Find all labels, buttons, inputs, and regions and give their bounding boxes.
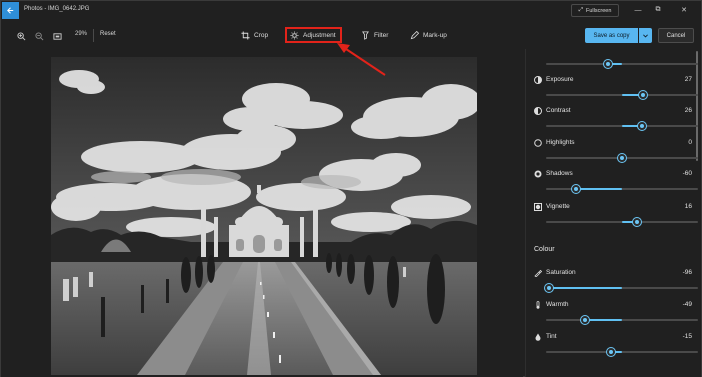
contrast-label: Contrast xyxy=(546,107,571,114)
crop-icon xyxy=(241,30,250,40)
slider-fill xyxy=(549,287,622,289)
reset-button[interactable]: Reset xyxy=(100,31,116,37)
tint-value: -15 xyxy=(682,333,692,340)
slider-thumb[interactable] xyxy=(618,154,626,162)
toolbar-divider xyxy=(93,29,94,42)
adjustment-tint: Tint -15 xyxy=(534,332,696,344)
fullscreen-button[interactable]: ⤢ Fullscreen xyxy=(571,4,619,17)
slider-fill xyxy=(576,188,622,190)
slider-thumb[interactable] xyxy=(637,122,646,130)
title-bar: Photos - IMG_0642.JPG ⤢ Fullscreen — ⧉ ✕ xyxy=(1,1,701,20)
brightness-slider[interactable] xyxy=(546,60,698,68)
fullscreen-label: Fullscreen xyxy=(586,7,612,14)
saturation-value: -96 xyxy=(682,269,692,276)
highlights-value: 0 xyxy=(688,139,692,146)
highlights-label: Highlights xyxy=(546,139,575,146)
edit-toolbar: 29% Reset Crop Adjustment Filter Mark-up… xyxy=(1,21,701,49)
tab-filter[interactable]: Filter xyxy=(358,27,391,43)
adjustment-panel: Exposure 27 Contrast 26 Highlights 0 Sha… xyxy=(525,49,701,377)
slider-track xyxy=(546,351,698,353)
adjustment-shadows: Shadows -60 xyxy=(534,169,696,181)
saturation-label: Saturation xyxy=(546,269,576,276)
slider-thumb[interactable] xyxy=(572,185,581,193)
exposure-slider[interactable] xyxy=(546,91,698,99)
exposure-icon xyxy=(534,76,542,84)
zoom-level: 29% xyxy=(75,31,88,37)
window-title: Photos - IMG_0642.JPG xyxy=(24,6,90,12)
taj-mahal-photo xyxy=(51,57,477,375)
adjustment-contrast: Contrast 26 xyxy=(534,106,696,118)
contrast-slider[interactable] xyxy=(546,122,698,130)
shadows-icon xyxy=(534,170,542,178)
exposure-label: Exposure xyxy=(546,76,574,83)
slider-track xyxy=(546,319,698,321)
shadows-label: Shadows xyxy=(546,170,573,177)
restore-button[interactable]: ⧉ xyxy=(651,4,665,16)
slider-thumb[interactable] xyxy=(604,60,613,68)
slider-track xyxy=(546,63,698,65)
cancel-button[interactable]: Cancel xyxy=(658,28,694,43)
image-canvas xyxy=(1,49,523,377)
tab-markup[interactable]: Mark-up xyxy=(407,27,450,43)
slider-track xyxy=(546,188,698,190)
adjustment-saturation: Saturation -96 xyxy=(534,268,696,280)
sun-icon xyxy=(290,30,299,40)
exposure-value: 27 xyxy=(684,76,692,83)
tint-label: Tint xyxy=(546,333,557,340)
vignette-label: Vignette xyxy=(546,203,570,210)
photos-app-window: Photos - IMG_0642.JPG ⤢ Fullscreen — ⧉ ✕… xyxy=(0,0,702,377)
highlights-slider[interactable] xyxy=(546,154,698,162)
zoom-in-icon[interactable] xyxy=(15,30,27,42)
zoom-out-icon[interactable] xyxy=(33,30,45,42)
tab-crop-label: Crop xyxy=(254,31,269,39)
slider-fill xyxy=(584,319,622,321)
minimize-button[interactable]: — xyxy=(631,4,645,16)
edited-photo[interactable] xyxy=(51,57,477,375)
fit-to-window-icon[interactable] xyxy=(51,30,63,42)
warmth-label: Warmth xyxy=(546,301,569,308)
highlights-icon xyxy=(534,139,542,147)
tab-adjustment[interactable]: Adjustment xyxy=(285,27,342,43)
back-arrow-icon xyxy=(7,7,14,14)
vignette-slider[interactable] xyxy=(546,218,698,226)
tab-adjustment-label: Adjustment xyxy=(303,31,336,39)
expand-icon: ⤢ xyxy=(578,7,584,13)
adjustment-vignette: Vignette 16 xyxy=(534,202,696,214)
warmth-icon xyxy=(536,301,540,309)
vignette-value: 16 xyxy=(684,203,692,210)
tab-filter-label: Filter xyxy=(374,31,389,39)
tab-crop[interactable]: Crop xyxy=(238,27,271,43)
shadows-slider[interactable] xyxy=(546,185,698,193)
tab-markup-label: Mark-up xyxy=(423,31,447,39)
tint-icon xyxy=(535,333,541,341)
warmth-slider[interactable] xyxy=(546,316,698,324)
chevron-down-icon xyxy=(643,34,648,38)
adjustment-exposure: Exposure 27 xyxy=(534,75,696,87)
slider-thumb[interactable] xyxy=(545,284,554,292)
slider-thumb[interactable] xyxy=(638,91,647,99)
close-button[interactable]: ✕ xyxy=(677,4,691,16)
saturation-slider[interactable] xyxy=(545,284,698,292)
adjustment-highlights: Highlights 0 xyxy=(534,138,696,150)
save-as-copy-button[interactable]: Save as copy xyxy=(585,28,638,43)
back-button[interactable] xyxy=(2,2,19,19)
adjustment-warmth: Warmth -49 xyxy=(534,300,696,312)
vignette-icon xyxy=(534,203,542,211)
slider-thumb[interactable] xyxy=(633,218,642,226)
contrast-value: 26 xyxy=(684,107,692,114)
warmth-value: -49 xyxy=(682,301,692,308)
slider-thumb[interactable] xyxy=(580,316,589,324)
tint-slider[interactable] xyxy=(546,348,698,356)
shadows-value: -60 xyxy=(682,170,692,177)
contrast-icon xyxy=(534,107,542,115)
pen-icon xyxy=(410,30,419,39)
saturation-icon xyxy=(534,269,542,277)
filter-icon xyxy=(362,30,369,40)
colour-section-heading: Colour xyxy=(534,246,555,253)
slider-thumb[interactable] xyxy=(606,348,615,356)
save-options-button[interactable] xyxy=(639,28,652,43)
